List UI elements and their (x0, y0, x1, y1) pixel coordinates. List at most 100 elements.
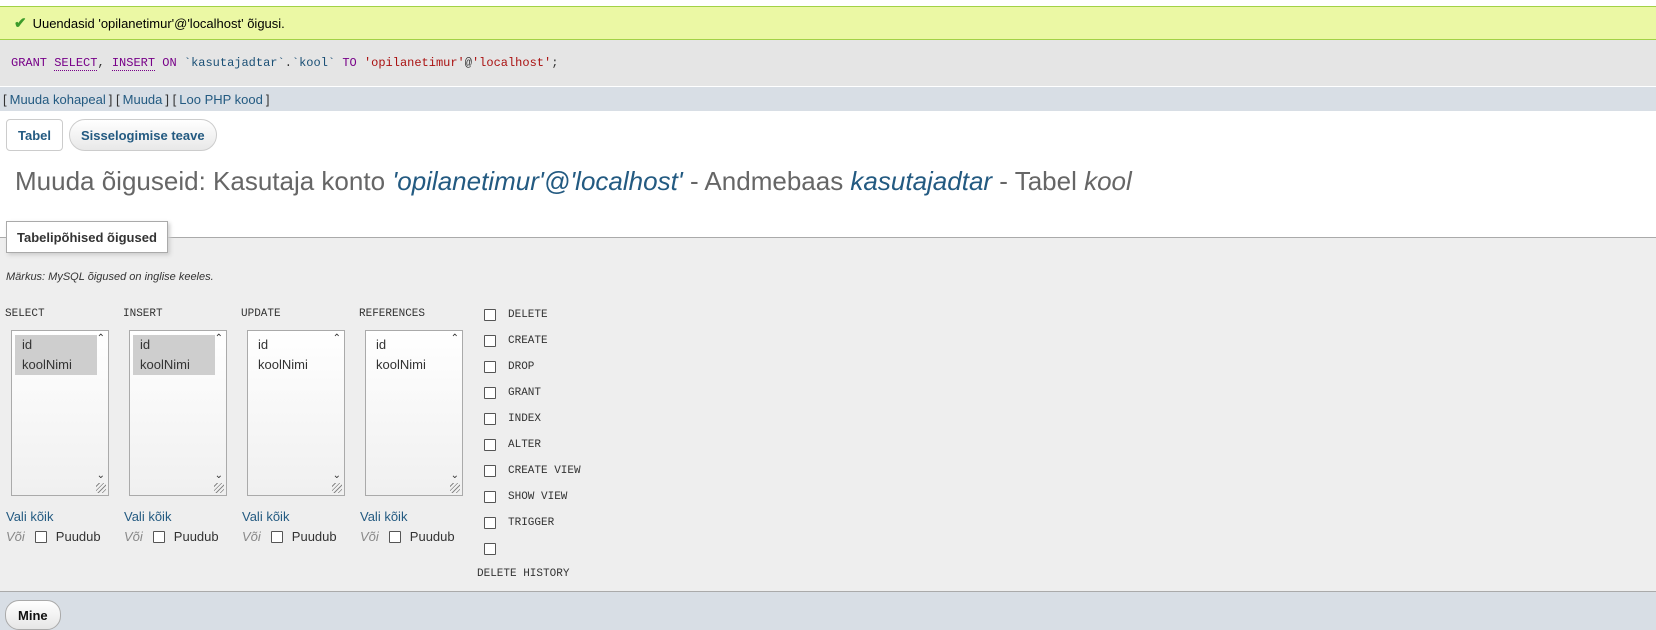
privilege-checkbox[interactable] (484, 491, 496, 503)
select-all-link-update[interactable]: Vali kõik (242, 509, 289, 524)
list-option-id[interactable]: id (133, 335, 215, 355)
title-prefix: Muuda õiguseid: Kasutaja konto (15, 166, 393, 196)
none-checkbox[interactable] (34, 530, 47, 543)
privilege-checkbox[interactable] (484, 387, 496, 399)
column-header-insert: INSERT (123, 308, 163, 320)
none-label: Puudub (291, 529, 337, 544)
column-header-update: UPDATE (241, 308, 281, 320)
privilege-label: CREATE (508, 335, 548, 347)
or-label: Või (360, 529, 379, 544)
list-option-koolnimi[interactable]: koolNimi (133, 355, 215, 375)
tab-table[interactable]: Tabel (6, 119, 63, 151)
privilege-drop[interactable]: DROP (484, 361, 534, 373)
list-option-koolnimi[interactable]: koolNimi (369, 355, 451, 375)
scroll-up-icon[interactable]: ⌃ (451, 333, 459, 344)
edit-link[interactable]: Muuda (120, 92, 166, 107)
privilege-delete-history[interactable] (484, 543, 508, 555)
resize-grip-icon[interactable] (214, 483, 224, 493)
none-checkbox[interactable] (388, 530, 401, 543)
fieldset-legend: Tabelipõhised õigused (6, 221, 168, 253)
or-label: Või (242, 529, 261, 544)
column-header-select: SELECT (5, 308, 45, 320)
sql-user: 'opilanetimur' (363, 56, 465, 70)
privilege-checkbox[interactable] (484, 413, 496, 425)
none-option-insert: Või Puudub (124, 529, 219, 544)
none-label: Puudub (55, 529, 101, 544)
bracket: ] (165, 91, 170, 107)
update-columns-list[interactable]: id koolNimi ⌃ ⌄ (247, 330, 345, 496)
privilege-grant[interactable]: GRANT (484, 387, 541, 399)
select-all-link-references[interactable]: Vali kõik (360, 509, 407, 524)
privilege-checkbox[interactable] (484, 309, 496, 321)
none-option-update: Või Puudub (242, 529, 337, 544)
sql-database: `kasutajadtar` (183, 56, 285, 70)
privilege-create[interactable]: CREATE (484, 335, 548, 347)
form-footer: Mine (0, 591, 1656, 630)
scroll-up-icon[interactable]: ⌃ (333, 333, 341, 344)
privilege-checkbox[interactable] (484, 361, 496, 373)
bracket: ] (108, 91, 113, 107)
privilege-show-view[interactable]: SHOW VIEW (484, 491, 567, 503)
select-all-link-insert[interactable]: Vali kõik (124, 509, 171, 524)
column-header-references: REFERENCES (359, 308, 426, 320)
privilege-label: GRANT (508, 387, 542, 399)
resize-grip-icon[interactable] (96, 483, 106, 493)
none-option-select: Või Puudub (6, 529, 101, 544)
user-account-link[interactable]: 'opilanetimur'@'localhost' (392, 166, 683, 196)
page-title: Muuda õiguseid: Kasutaja konto 'opilanet… (15, 166, 1132, 197)
title-table-prefix: - Tabel (992, 166, 1085, 196)
list-option-koolnimi[interactable]: koolNimi (251, 355, 333, 375)
select-all-link-select[interactable]: Vali kõik (6, 509, 53, 524)
database-link[interactable]: kasutajadtar (850, 166, 992, 196)
scroll-down-icon[interactable]: ⌄ (451, 470, 459, 481)
privilege-index[interactable]: INDEX (484, 413, 541, 425)
privilege-checkbox[interactable] (484, 543, 496, 555)
privilege-checkbox[interactable] (484, 335, 496, 347)
sql-keyword-on: ON (162, 56, 177, 70)
or-label: Või (124, 529, 143, 544)
scroll-up-icon[interactable]: ⌃ (215, 333, 223, 344)
references-columns-list[interactable]: id koolNimi ⌃ ⌄ (365, 330, 463, 496)
scroll-down-icon[interactable]: ⌄ (97, 470, 105, 481)
privilege-create-view[interactable]: CREATE VIEW (484, 465, 581, 477)
query-actions: [ Muuda kohapeal ] [ Muuda ] [ Loo PHP k… (0, 87, 1656, 111)
privilege-delete[interactable]: DELETE (484, 309, 548, 321)
scroll-down-icon[interactable]: ⌄ (215, 470, 223, 481)
privilege-checkbox[interactable] (484, 465, 496, 477)
tab-login-information[interactable]: Sisselogimise teave (69, 119, 217, 151)
sql-keyword-insert[interactable]: INSERT (111, 56, 156, 71)
privilege-label: ALTER (508, 439, 542, 451)
privilege-label: SHOW VIEW (508, 491, 568, 503)
list-option-koolnimi[interactable]: koolNimi (15, 355, 97, 375)
edit-inline-link[interactable]: Muuda kohapeal (7, 92, 109, 107)
success-message: ✔ Uuendasid 'opilanetimur'@'localhost' õ… (0, 6, 1656, 40)
privilege-checkbox[interactable] (484, 439, 496, 451)
privilege-trigger[interactable]: TRIGGER (484, 517, 554, 529)
create-php-code-link[interactable]: Loo PHP kood (176, 92, 266, 107)
note-text: Märkus: MySQL õigused on inglise keeles. (6, 271, 214, 283)
resize-grip-icon[interactable] (332, 483, 342, 493)
privilege-label: CREATE VIEW (508, 465, 581, 477)
go-button[interactable]: Mine (5, 600, 61, 630)
select-columns-list[interactable]: id koolNimi ⌃ ⌄ (11, 330, 109, 496)
bracket: ] (265, 91, 270, 107)
success-text: Uuendasid 'opilanetimur'@'localhost' õig… (32, 15, 285, 31)
privilege-alter[interactable]: ALTER (484, 439, 541, 451)
list-option-id[interactable]: id (15, 335, 97, 355)
none-option-references: Või Puudub (360, 529, 455, 544)
scroll-down-icon[interactable]: ⌄ (333, 470, 341, 481)
privilege-checkbox[interactable] (484, 517, 496, 529)
or-label: Või (6, 529, 25, 544)
sql-at: @ (464, 56, 472, 70)
tab-bar: Tabel Sisselogimise teave (6, 119, 217, 151)
insert-columns-list[interactable]: id koolNimi ⌃ ⌄ (129, 330, 227, 496)
list-option-id[interactable]: id (369, 335, 451, 355)
sql-keyword-to: TO (342, 56, 357, 70)
sql-keyword-select[interactable]: SELECT (54, 56, 98, 71)
list-option-id[interactable]: id (251, 335, 333, 355)
none-checkbox[interactable] (152, 530, 165, 543)
scroll-up-icon[interactable]: ⌃ (97, 333, 105, 344)
privilege-label-delete-history: DELETE HISTORY (477, 568, 570, 580)
none-checkbox[interactable] (270, 530, 283, 543)
resize-grip-icon[interactable] (450, 483, 460, 493)
